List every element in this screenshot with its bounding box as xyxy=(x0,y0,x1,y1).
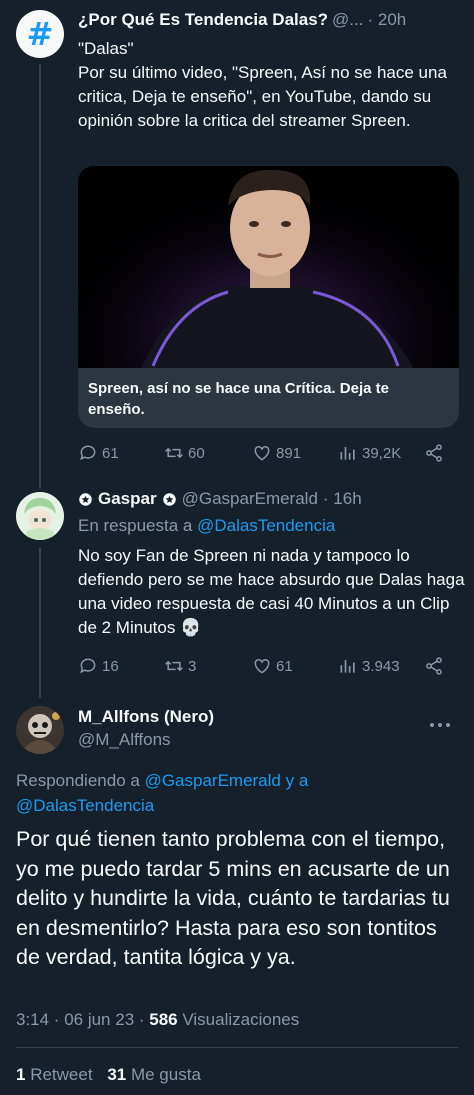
tweet3-views-label: Visualizaciones xyxy=(182,1010,300,1029)
like-button[interactable]: 61 xyxy=(252,656,293,676)
tweet2-handle[interactable]: @GasparEmerald xyxy=(182,489,318,509)
divider xyxy=(16,1047,458,1048)
reply-count: 16 xyxy=(102,657,119,675)
retweet-icon xyxy=(165,447,183,459)
thread-line xyxy=(39,64,41,488)
reply-count: 61 xyxy=(102,444,119,462)
share-button[interactable] xyxy=(424,443,444,463)
tweet3-timestamp[interactable]: 3:14 · 06 jun 23 · xyxy=(16,1010,145,1029)
tweet3-reply-context: Respondiendo a @GasparEmerald y a @Dalas… xyxy=(16,768,308,818)
tweet2-body: No soy Fan de Spreen ni nada y tampoco l… xyxy=(78,546,465,637)
retweet-count: 3 xyxy=(188,657,197,675)
tweet3-handle[interactable]: @M_Alffons xyxy=(78,730,214,750)
likes-stat[interactable]: 31 Me gusta xyxy=(107,1065,201,1084)
share-button[interactable] xyxy=(424,656,444,676)
like-icon xyxy=(254,658,270,674)
tweet1-time[interactable]: · 20h xyxy=(367,10,406,30)
retweet-button[interactable]: 60 xyxy=(164,443,205,463)
tweet1-media[interactable]: Spreen, así no se hace una Crítica. Deja… xyxy=(78,166,459,428)
tweet3-stats: 1 Retweet 31 Me gusta xyxy=(16,1065,201,1085)
like-icon xyxy=(254,445,270,461)
gaspar-avatar[interactable] xyxy=(16,492,64,540)
tweet2-header: Gaspar @GasparEmerald · 16h xyxy=(78,489,463,509)
share-icon xyxy=(426,657,442,675)
tweet2-author[interactable]: Gaspar xyxy=(98,489,157,509)
retweet-button[interactable]: 3 xyxy=(164,656,196,676)
views-icon xyxy=(340,447,355,460)
retweet-count: 60 xyxy=(188,444,205,462)
tweet1-header: ¿Por Qué Es Tendencia Dalas? @... · 20h xyxy=(78,10,458,30)
tweet3-views-count: 586 xyxy=(149,1010,178,1029)
reply-icon xyxy=(80,658,96,674)
m-allfons-avatar[interactable] xyxy=(16,706,64,754)
like-count: 61 xyxy=(276,657,293,675)
tweet1-text: "Dalas" Por su último video, "Spreen, As… xyxy=(78,37,463,133)
tweet3-author-block[interactable]: M_Allfons (Nero) @M_Alffons xyxy=(78,707,214,750)
reply-button[interactable]: 16 xyxy=(78,656,119,676)
retweet-label: Retweet xyxy=(30,1065,93,1084)
views-button[interactable]: 3.943 xyxy=(338,656,400,676)
tweet3-body: Por qué tienen tanto problema con el tie… xyxy=(16,827,450,969)
retweet-icon xyxy=(165,660,183,672)
gaspar-avatar-image xyxy=(16,492,64,540)
retweet-total: 1 xyxy=(16,1065,26,1084)
tweet1-author[interactable]: ¿Por Qué Es Tendencia Dalas? xyxy=(78,10,328,30)
views-icon xyxy=(340,660,355,673)
tweet1-line1: "Dalas" xyxy=(78,39,134,58)
thread-line xyxy=(39,548,41,698)
m-allfons-avatar-image xyxy=(16,706,64,754)
reply-button[interactable]: 61 xyxy=(78,443,119,463)
tweet3-author[interactable]: M_Allfons (Nero) xyxy=(78,707,214,727)
reply-to-link-1[interactable]: @GasparEmerald y a xyxy=(145,771,309,790)
reply-to-link[interactable]: @DalasTendencia xyxy=(197,516,335,535)
like-button[interactable]: 891 xyxy=(252,443,301,463)
retweets-stat[interactable]: 1 Retweet xyxy=(16,1065,97,1084)
hashtag-icon: # xyxy=(26,15,54,53)
share-icon xyxy=(426,444,442,462)
views-count: 3.943 xyxy=(362,657,400,675)
like-label: Me gusta xyxy=(130,1065,201,1084)
verified-badge-icon xyxy=(162,492,176,506)
tweet2-reply-context: En respuesta a @DalasTendencia xyxy=(78,516,335,536)
reply-icon xyxy=(80,445,96,461)
verified-badge-icon xyxy=(79,492,92,506)
views-count: 39,2K xyxy=(362,444,402,462)
like-total: 31 xyxy=(107,1065,127,1084)
more-icon[interactable] xyxy=(428,714,452,735)
like-count: 891 xyxy=(276,444,302,462)
reply-prefix: Respondiendo a xyxy=(16,771,140,790)
reply-to-link-2[interactable]: @DalasTendencia xyxy=(16,793,308,818)
media-caption: Spreen, así no se hace una Crítica. Deja… xyxy=(78,368,459,428)
reply-prefix: En respuesta a xyxy=(78,516,193,535)
tweet3-meta: 3:14 · 06 jun 23 · 586 Visualizaciones xyxy=(16,1010,299,1030)
hashtag-avatar[interactable]: # xyxy=(16,10,64,58)
views-button[interactable]: 39,2K xyxy=(338,443,401,463)
tweet1-body: Por su último video, "Spreen, Así no se … xyxy=(78,63,447,130)
tweet1-handle[interactable]: @... xyxy=(332,10,363,30)
tweet2-time[interactable]: · 16h xyxy=(323,489,362,509)
